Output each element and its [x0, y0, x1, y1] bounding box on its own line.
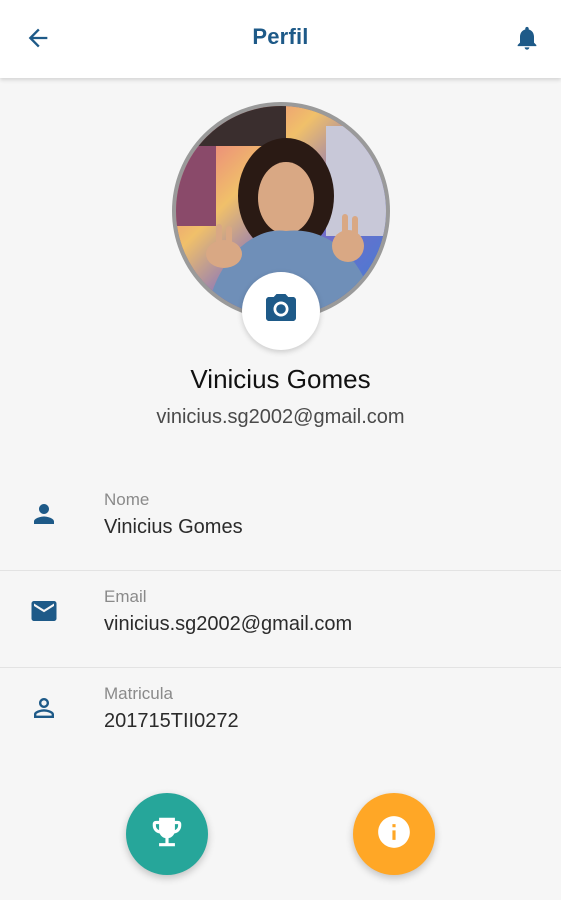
detail-row-email: Email vinicius.sg2002@gmail.com	[0, 571, 561, 668]
profile-email: vinicius.sg2002@gmail.com	[156, 406, 405, 428]
info-button[interactable]	[353, 793, 435, 875]
notifications-button[interactable]	[507, 20, 547, 60]
trophy-icon	[148, 813, 186, 856]
app-bar: Perfil	[0, 0, 561, 78]
page-title: Perfil	[252, 24, 309, 49]
camera-icon	[263, 291, 299, 332]
profile-screen: Perfil Vinicius Gomes vinicius.sg2002@gm…	[0, 0, 561, 900]
detail-row-name: Nome Vinicius Gomes	[0, 474, 561, 571]
info-icon	[375, 813, 413, 856]
avatar-container	[172, 102, 390, 350]
mail-icon	[28, 595, 60, 627]
detail-value: Vinicius Gomes	[104, 516, 243, 538]
person-outline-icon	[28, 692, 60, 724]
profile-name: Vinicius Gomes	[190, 364, 371, 394]
bell-icon	[513, 24, 541, 57]
person-icon	[28, 498, 60, 530]
detail-value: vinicius.sg2002@gmail.com	[104, 613, 353, 635]
detail-row-registration: Matricula 201715TII0272	[0, 668, 561, 764]
change-photo-button[interactable]	[242, 272, 320, 350]
detail-label: Matricula	[104, 684, 173, 703]
detail-value: 201715TII0272	[104, 710, 239, 732]
achievements-button[interactable]	[126, 793, 208, 875]
detail-label: Email	[104, 587, 147, 606]
detail-label: Nome	[104, 490, 150, 509]
